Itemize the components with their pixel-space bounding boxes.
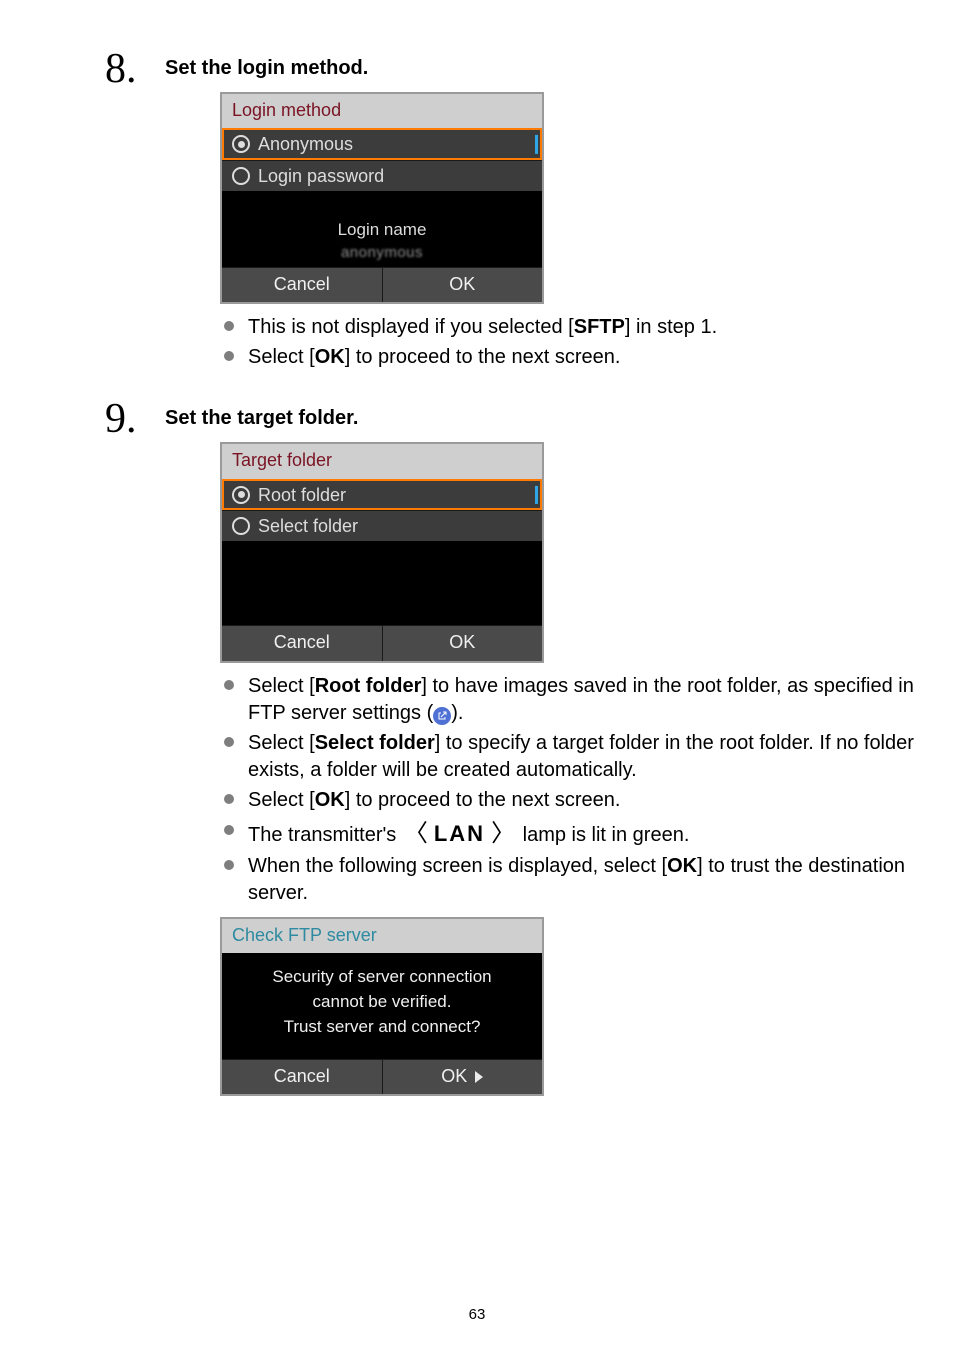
ok-label: OK bbox=[441, 1066, 467, 1086]
panel-body: Root folder Select folder bbox=[222, 479, 542, 626]
step-number-8: 8. bbox=[105, 41, 137, 98]
panel-actions: Cancel OK bbox=[222, 625, 542, 660]
page-number: 63 bbox=[0, 1305, 954, 1325]
login-method-panel: Login method Anonymous Login password Lo… bbox=[220, 92, 544, 304]
cancel-button[interactable]: Cancel bbox=[222, 1060, 382, 1094]
message-line: Trust server and connect? bbox=[228, 1015, 536, 1040]
bullet-trust-server: When the following screen is displayed, … bbox=[220, 853, 914, 907]
option-select-folder[interactable]: Select folder bbox=[222, 510, 542, 541]
ok-button[interactable]: OK bbox=[382, 268, 543, 302]
step-9-bullets: Select [Root folder] to have images save… bbox=[220, 673, 914, 907]
option-label: Login password bbox=[258, 164, 384, 188]
ok-button[interactable]: OK bbox=[382, 1060, 543, 1094]
panel-title: Target folder bbox=[222, 444, 542, 478]
panel-title: Login method bbox=[222, 94, 542, 128]
angle-bracket-right: 〉 bbox=[489, 820, 517, 847]
angle-bracket-left: 〈 bbox=[402, 820, 430, 847]
step-9: 9. Set the target folder. Target folder … bbox=[165, 405, 914, 1096]
ok-button[interactable]: OK bbox=[382, 626, 543, 660]
message-line: Security of server connection bbox=[228, 965, 536, 990]
option-label: Select folder bbox=[258, 514, 358, 538]
crossref-link-icon[interactable] bbox=[433, 707, 451, 725]
arrow-right-icon bbox=[475, 1071, 483, 1083]
panel-body: Anonymous Login password Login name anon… bbox=[222, 128, 542, 267]
panel-actions: Cancel OK bbox=[222, 1059, 542, 1094]
document-page: 8. Set the login method. Login method An… bbox=[0, 0, 954, 1345]
panel-message: Security of server connection cannot be … bbox=[222, 953, 542, 1059]
step-9-title: Set the target folder. bbox=[165, 405, 914, 432]
option-root-folder[interactable]: Root folder bbox=[222, 479, 542, 510]
radio-selected-icon bbox=[232, 486, 250, 504]
step-number-9: 9. bbox=[105, 391, 137, 448]
step-8-bullets: This is not displayed if you selected [S… bbox=[220, 314, 914, 371]
radio-selected-icon bbox=[232, 135, 250, 153]
panel-title: Check FTP server bbox=[222, 919, 542, 953]
step-8-title: Set the login method. bbox=[165, 55, 914, 82]
message-line: cannot be verified. bbox=[228, 990, 536, 1015]
panel-actions: Cancel OK bbox=[222, 267, 542, 302]
bullet-select-ok: Select [OK] to proceed to the next scree… bbox=[220, 787, 914, 814]
step-8: 8. Set the login method. Login method An… bbox=[165, 55, 914, 371]
radio-unselected-icon bbox=[232, 167, 250, 185]
option-label: Anonymous bbox=[258, 132, 353, 156]
bullet-select-ok: Select [OK] to proceed to the next scree… bbox=[220, 344, 914, 371]
bullet-sftp-note: This is not displayed if you selected [S… bbox=[220, 314, 914, 341]
check-ftp-server-panel: Check FTP server Security of server conn… bbox=[220, 917, 544, 1097]
bullet-lan-lamp: The transmitter's 〈LAN〉 lamp is lit in g… bbox=[220, 818, 914, 850]
login-name-value: anonymous bbox=[222, 242, 542, 263]
option-anonymous[interactable]: Anonymous bbox=[222, 128, 542, 159]
panel-spacer bbox=[222, 541, 542, 625]
login-name-block: Login name anonymous bbox=[222, 213, 542, 267]
target-folder-panel: Target folder Root folder Select folder … bbox=[220, 442, 544, 662]
cancel-button[interactable]: Cancel bbox=[222, 626, 382, 660]
cancel-button[interactable]: Cancel bbox=[222, 268, 382, 302]
option-label: Root folder bbox=[258, 483, 346, 507]
radio-unselected-icon bbox=[232, 517, 250, 535]
panel-spacer bbox=[222, 191, 542, 213]
option-login-password[interactable]: Login password bbox=[222, 160, 542, 191]
bullet-root-folder: Select [Root folder] to have images save… bbox=[220, 673, 914, 727]
login-name-label: Login name bbox=[222, 219, 542, 242]
bullet-select-folder: Select [Select folder] to specify a targ… bbox=[220, 730, 914, 784]
lan-label: LAN bbox=[430, 821, 489, 846]
